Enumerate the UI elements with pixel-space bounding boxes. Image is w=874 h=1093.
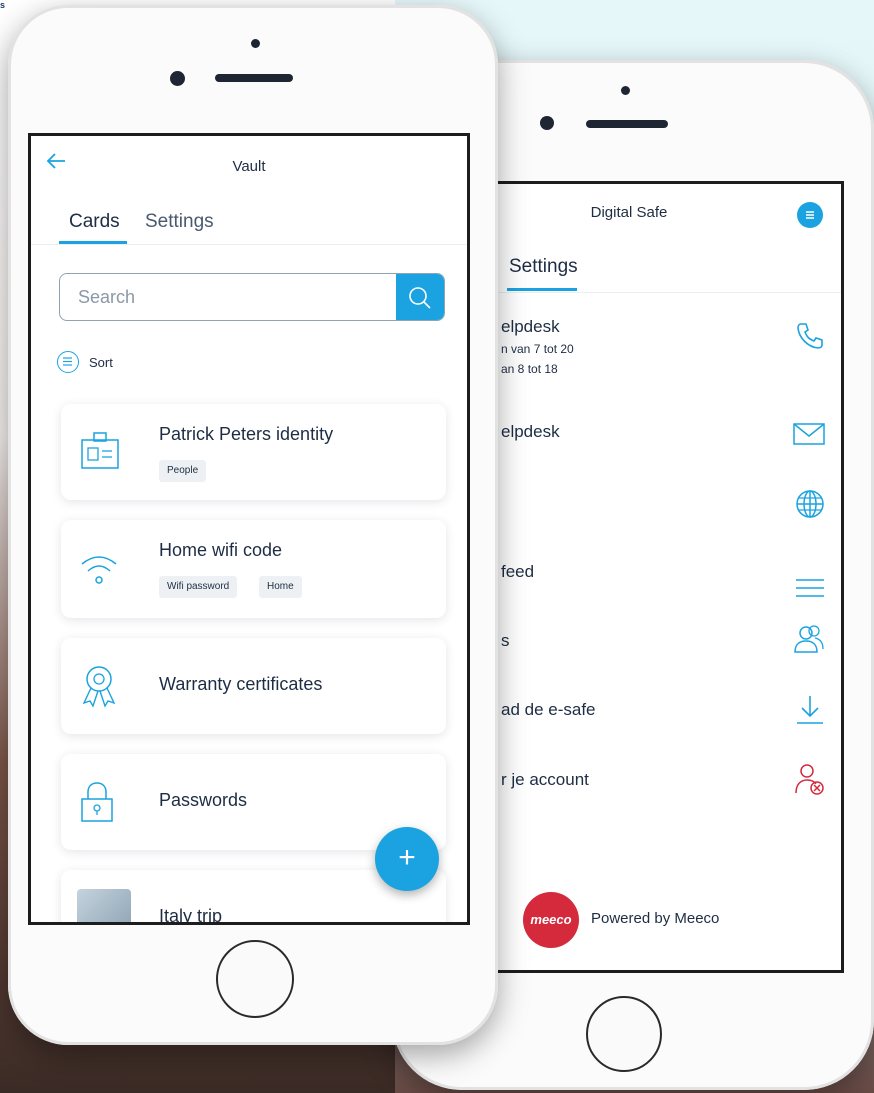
sort-icon — [57, 351, 79, 373]
row-title-download[interactable]: ad de e-safe — [501, 700, 596, 720]
right-screen: Digital Safe Settings elpdesk n van 7 to… — [492, 181, 844, 973]
tab-settings[interactable]: Settings — [509, 256, 578, 278]
divider — [495, 292, 841, 293]
ribbon-award-icon — [79, 664, 119, 713]
tag: People — [159, 460, 207, 482]
tab-underline — [507, 288, 577, 291]
search-placeholder: Search — [78, 287, 136, 307]
row-title-feed[interactable]: feed — [501, 562, 534, 582]
sort-label: Sort — [89, 355, 113, 370]
row-sub-hours-weekend: an 8 tot 18 — [501, 362, 558, 376]
globe-icon[interactable] — [795, 489, 825, 524]
home-button[interactable] — [586, 996, 662, 1072]
proximity-sensor — [621, 86, 630, 95]
card-title: Passwords — [159, 790, 248, 810]
list-icon[interactable] — [795, 576, 825, 605]
proximity-sensor — [251, 39, 260, 48]
tab-settings[interactable]: Settings — [145, 211, 214, 233]
phone-icon[interactable] — [795, 320, 825, 355]
wifi-icon — [79, 550, 119, 591]
divider — [31, 244, 467, 245]
card-title: Patrick Peters identity — [159, 424, 334, 444]
photo-thumbnail — [77, 889, 131, 922]
row-title-mail-helpdesk[interactable]: elpdesk — [501, 422, 560, 442]
row-title-users[interactable]: s — [501, 631, 510, 651]
earpiece-speaker — [586, 120, 668, 128]
card-identity[interactable]: Patrick Peters identity People — [61, 404, 446, 500]
search-input[interactable]: Search — [59, 273, 445, 321]
left-screen: Vault Cards Settings Search Sort Patrick… — [28, 133, 470, 925]
users-icon[interactable] — [793, 624, 825, 659]
user-remove-icon[interactable] — [795, 762, 825, 801]
card-warranty[interactable]: Warranty certificates — [61, 638, 446, 734]
card-title: Warranty certificates — [159, 674, 323, 694]
home-button[interactable] — [216, 940, 294, 1018]
front-camera — [540, 116, 554, 130]
tab-cards[interactable]: Cards — [69, 211, 120, 233]
powered-by-text: Powered by Meeco — [591, 910, 720, 927]
meeco-logo: meeco — [523, 892, 579, 948]
search-button[interactable] — [396, 274, 444, 320]
download-icon[interactable] — [795, 694, 825, 731]
front-camera — [170, 71, 185, 86]
chat-icon[interactable] — [797, 202, 823, 228]
add-card-button[interactable]: + — [375, 827, 439, 891]
card-wifi[interactable]: Home wifi code Wifi password Home — [61, 520, 446, 618]
search-icon — [409, 287, 431, 309]
row-sub-hours-weekday: n van 7 tot 20 — [501, 342, 574, 356]
mail-icon[interactable] — [793, 422, 825, 451]
corner-label: s — [0, 0, 6, 10]
lock-icon — [79, 780, 115, 829]
row-title-phone-helpdesk[interactable]: elpdesk — [501, 317, 560, 337]
earpiece-speaker — [215, 74, 293, 82]
page-title: Digital Safe — [590, 204, 668, 221]
tag: Home — [259, 576, 302, 598]
tag: Wifi password — [159, 576, 238, 598]
card-title: Italy trip — [159, 906, 223, 925]
page-title: Vault — [232, 158, 266, 175]
row-title-delete-account[interactable]: r je account — [501, 770, 589, 790]
card-title: Home wifi code — [159, 540, 283, 560]
id-badge-icon — [79, 430, 121, 477]
